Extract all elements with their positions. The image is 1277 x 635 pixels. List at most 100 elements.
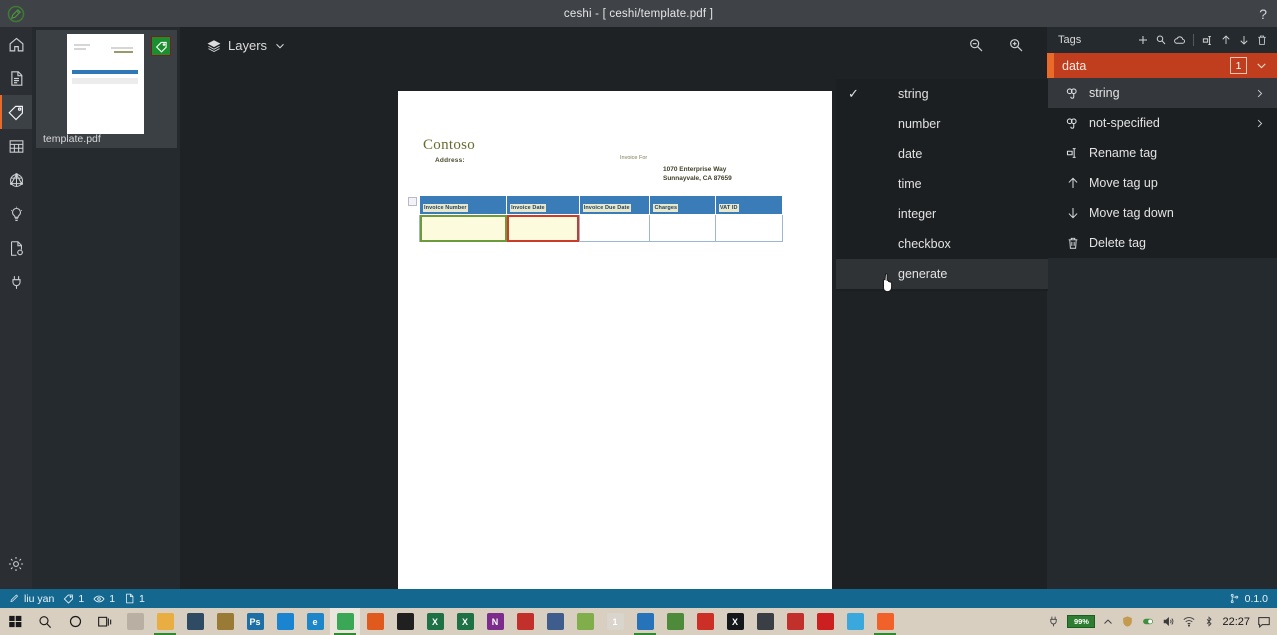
app-explorer[interactable] <box>150 608 180 635</box>
add-tag-icon[interactable] <box>1136 33 1150 47</box>
arrow-down-icon[interactable] <box>1237 33 1251 47</box>
speaker-icon[interactable] <box>1162 615 1175 628</box>
app-icon <box>336 613 354 630</box>
table-column-header[interactable]: Invoice Due Date <box>578 195 651 215</box>
app-excel-2[interactable]: X <box>450 608 480 635</box>
context-menu-label: Rename tag <box>1089 146 1158 160</box>
table-column-header[interactable]: Invoice Number <box>418 195 508 215</box>
app-notes[interactable] <box>570 608 600 635</box>
sidebar-item-compose[interactable] <box>0 231 32 265</box>
layers-dropdown[interactable]: Layers <box>207 38 286 53</box>
zoom-out-icon <box>969 38 982 51</box>
search-icon[interactable] <box>1154 33 1168 47</box>
context-menu-item-rename-tag[interactable]: Rename tag <box>1047 138 1277 168</box>
app-chrome[interactable] <box>330 608 360 635</box>
subtag-label: not-specified <box>1089 116 1160 130</box>
task-view-button[interactable] <box>90 608 120 635</box>
chevron-right-icon[interactable] <box>1254 108 1265 138</box>
taskbar-search-button[interactable] <box>30 608 60 635</box>
subtag-row-string[interactable]: string <box>1047 78 1277 108</box>
cortana-button[interactable] <box>60 608 90 635</box>
chevron-right-icon[interactable] <box>1254 78 1265 108</box>
app-edge[interactable]: e <box>300 608 330 635</box>
table-column-header[interactable]: VAT ID <box>714 195 784 215</box>
wifi-icon[interactable] <box>1182 615 1196 628</box>
trash-icon[interactable] <box>1255 33 1269 47</box>
sidebar-item-home[interactable] <box>0 27 32 61</box>
app-excel-1[interactable]: X <box>420 608 450 635</box>
app-vscode[interactable] <box>630 608 660 635</box>
taskbar-clock[interactable]: 22:27 <box>1222 616 1250 628</box>
app-paint[interactable] <box>540 608 570 635</box>
cloud-icon[interactable] <box>1172 33 1186 47</box>
start-button[interactable] <box>0 608 30 635</box>
subtag-row-not-specified[interactable]: not-specified <box>1047 108 1277 138</box>
app-number-one[interactable]: 1 <box>600 608 630 635</box>
app-cloud-blue[interactable] <box>840 608 870 635</box>
context-menu-item-move-tag-up[interactable]: Move tag up <box>1047 168 1277 198</box>
invoice-table[interactable]: Invoice Number Invoice Date Invoice Due … <box>418 195 784 242</box>
table-column-header[interactable]: Invoice Date <box>506 195 580 215</box>
sidebar-item-documents[interactable] <box>0 61 32 95</box>
table-cell-vat-id[interactable] <box>714 214 784 242</box>
app-red-tool[interactable] <box>510 608 540 635</box>
plug-icon[interactable] <box>1047 615 1060 628</box>
app-media[interactable] <box>180 608 210 635</box>
app-kb[interactable] <box>780 608 810 635</box>
bluetooth-icon[interactable] <box>1203 615 1215 628</box>
app-magnifier[interactable] <box>120 608 150 635</box>
tag-row-data[interactable]: data 1 <box>1047 53 1277 78</box>
sidebar-item-model[interactable] <box>0 163 32 197</box>
chevron-up-icon[interactable] <box>1102 616 1114 628</box>
zoom-in-button[interactable] <box>1006 35 1025 54</box>
subtag-label: string <box>1089 86 1120 100</box>
tag-type-submenu[interactable]: ✓ string number date time integer checkb… <box>836 79 1048 291</box>
app-editor[interactable] <box>210 608 240 635</box>
document-list-panel: template.pdf <box>32 27 180 589</box>
table-cell-invoice-date[interactable] <box>506 214 580 242</box>
context-menu-item-move-tag-down[interactable]: Move tag down <box>1047 198 1277 228</box>
battery-indicator[interactable]: 99% <box>1067 615 1096 628</box>
arrow-up-icon[interactable] <box>1219 33 1233 47</box>
rename-icon[interactable] <box>1201 33 1215 47</box>
sidebar-item-connections[interactable] <box>0 265 32 299</box>
help-question-icon[interactable]: ? <box>1259 0 1267 27</box>
sidebar-item-settings[interactable] <box>0 547 32 581</box>
app-orange-circle[interactable] <box>870 608 900 635</box>
menu-item-date[interactable]: date <box>836 139 1048 169</box>
app-firefox[interactable] <box>360 608 390 635</box>
table-cell-invoice-due-date[interactable] <box>578 214 651 242</box>
zoom-out-button[interactable] <box>966 35 985 54</box>
table-cell-invoice-number[interactable] <box>418 214 508 242</box>
table-select-handle-icon[interactable] <box>408 197 417 206</box>
action-center-icon[interactable] <box>1257 615 1271 629</box>
app-recorder[interactable] <box>810 608 840 635</box>
sync-icon[interactable] <box>1141 615 1155 628</box>
app-terminal[interactable] <box>390 608 420 635</box>
app-photoshop[interactable]: Ps <box>240 608 270 635</box>
sidebar-item-tags[interactable] <box>0 95 32 129</box>
chevron-down-icon[interactable] <box>1255 53 1268 78</box>
app-onenote[interactable]: N <box>480 608 510 635</box>
sidebar-item-table[interactable] <box>0 129 32 163</box>
shield-icon[interactable] <box>1121 615 1134 628</box>
table-column-header[interactable]: Charges <box>649 195 716 215</box>
menu-item-generate[interactable]: generate <box>836 259 1048 289</box>
app-green-tool[interactable] <box>660 608 690 635</box>
menu-item-number[interactable]: number <box>836 109 1048 139</box>
table-cell-charges[interactable] <box>649 214 716 242</box>
app-browser-blue[interactable] <box>270 608 300 635</box>
sidebar-item-predict[interactable] <box>0 197 32 231</box>
windows-icon <box>8 615 21 628</box>
app-unity[interactable] <box>750 608 780 635</box>
menu-item-time[interactable]: time <box>836 169 1048 199</box>
app-red-bird[interactable] <box>690 608 720 635</box>
menu-item-integer[interactable]: integer <box>836 199 1048 229</box>
context-menu-item-delete-tag[interactable]: Delete tag <box>1047 228 1277 258</box>
app-x[interactable]: X <box>720 608 750 635</box>
menu-item-string[interactable]: ✓ string <box>836 79 1048 109</box>
menu-item-checkbox[interactable]: checkbox <box>836 229 1048 259</box>
app-icon <box>156 613 174 630</box>
document-thumbnail-card[interactable]: template.pdf <box>36 30 177 148</box>
pdf-page[interactable]: Contoso Address: Invoice For 1070 Enterp… <box>398 91 832 589</box>
